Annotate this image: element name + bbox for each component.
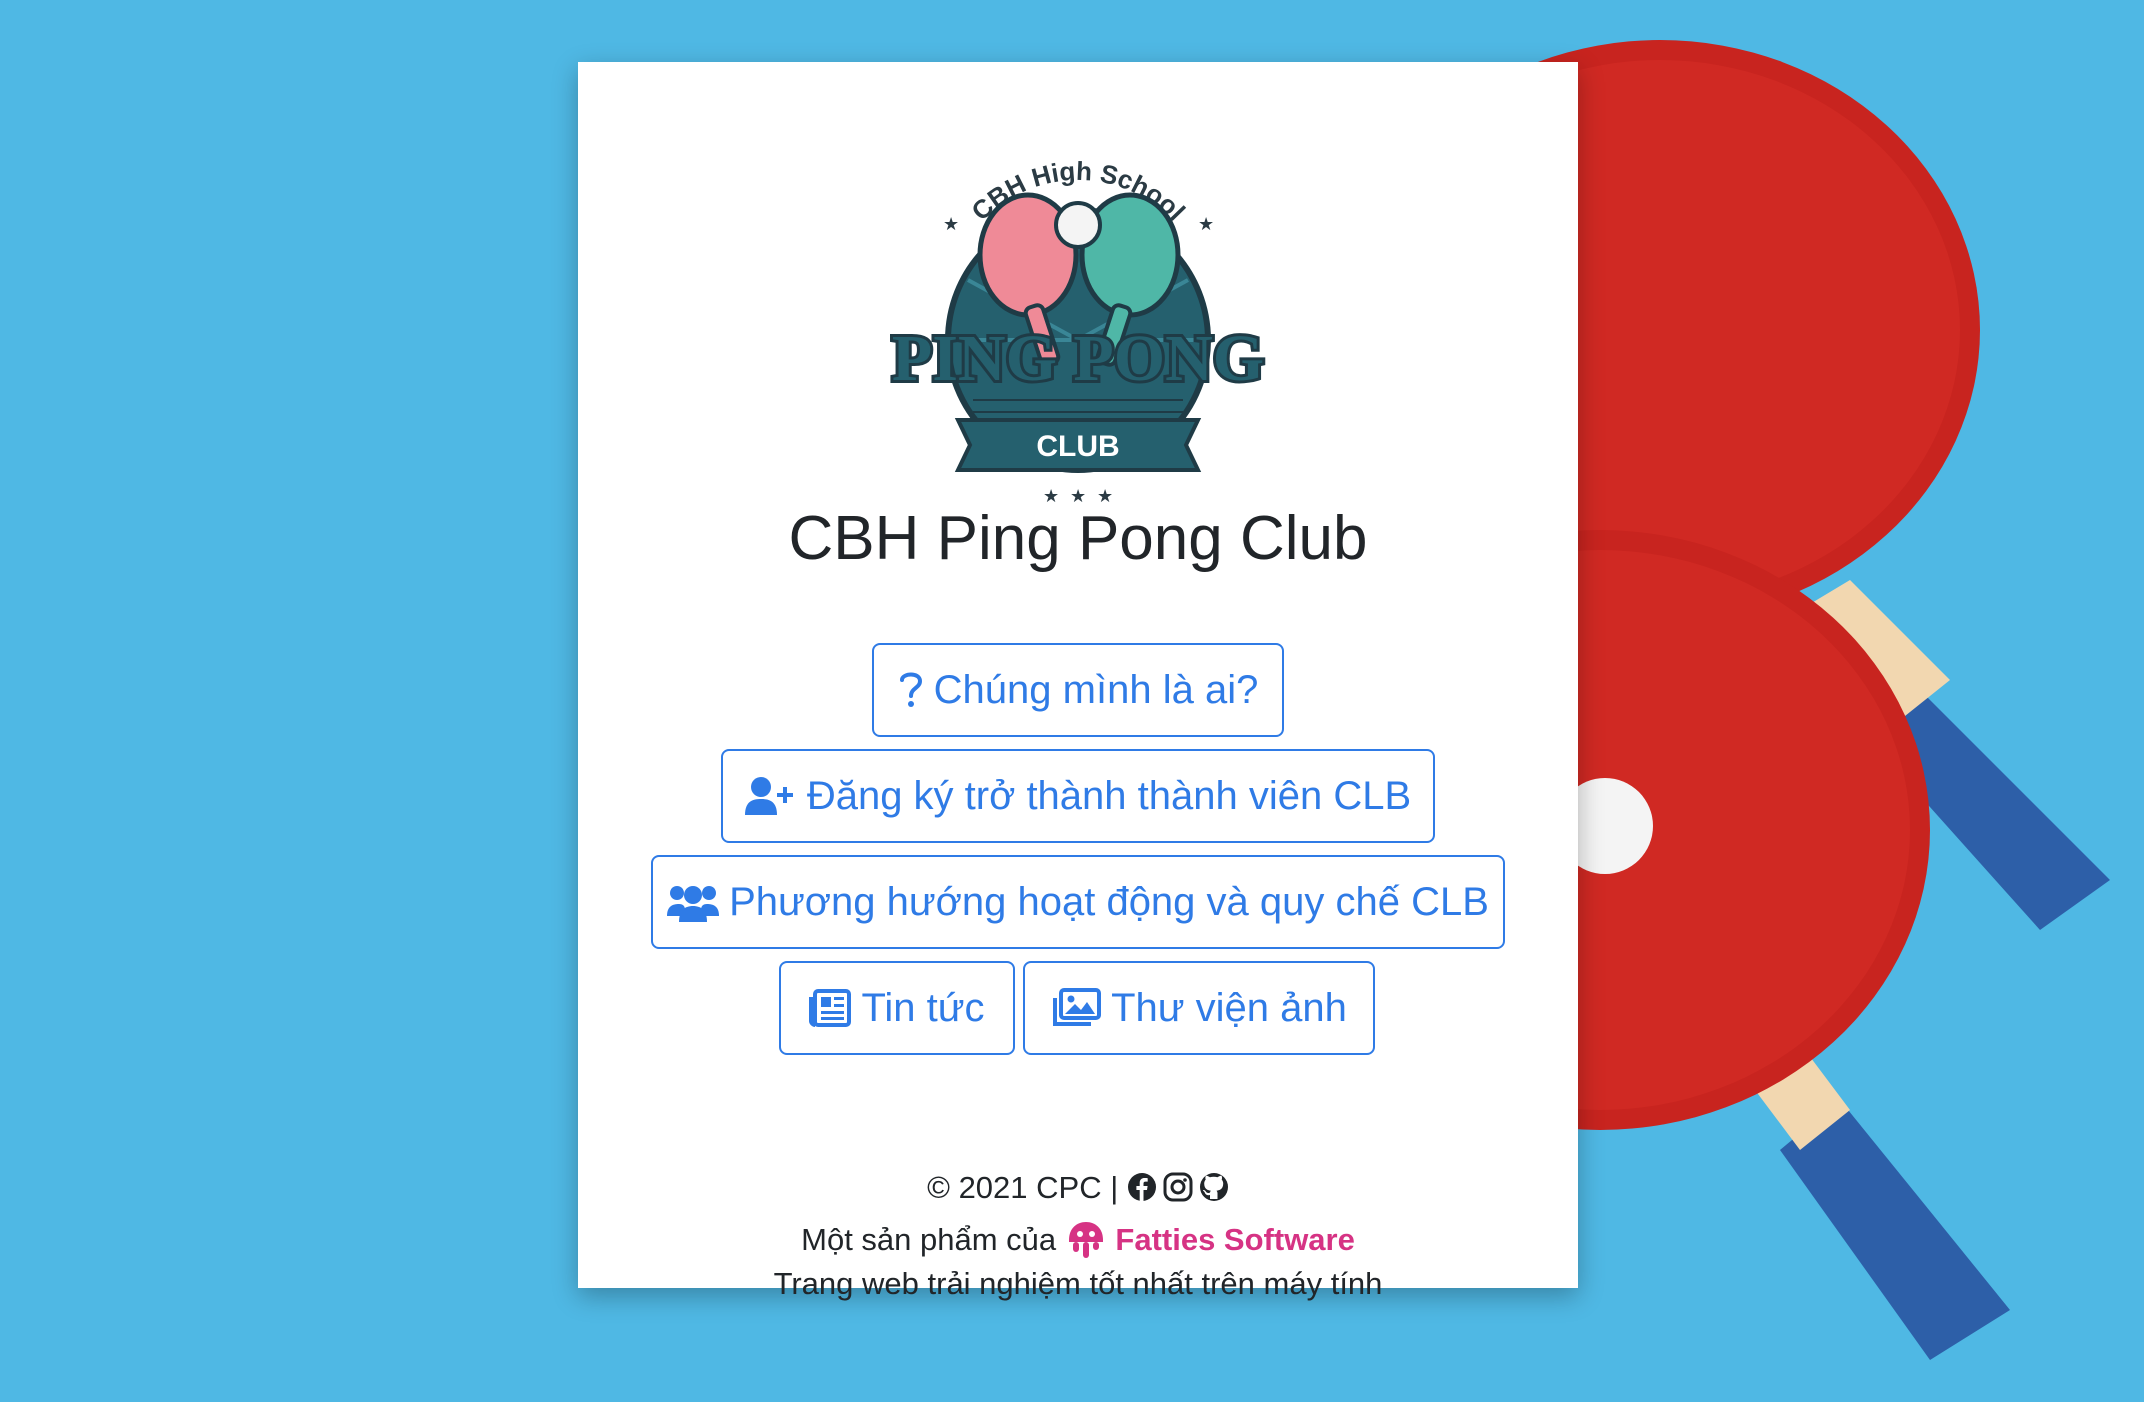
svg-text:★: ★ [943,214,959,234]
photo-gallery-icon [1053,988,1102,1026]
product-prefix-text: Một sản phẩm của [801,1222,1057,1257]
logo-main-text: PING PONG [892,322,1264,395]
fatties-logo-icon [1068,1222,1103,1258]
news-label: Tin tức [861,985,985,1030]
register-member-label: Đăng ký trở thành thành viên CLB [806,773,1412,818]
footer-note: Trang web trải nghiệm tốt nhất trên máy … [773,1266,1383,1301]
fatties-software-link[interactable]: Fatties Software [1115,1222,1354,1257]
who-are-we-label: Chúng mình là ai? [933,667,1259,712]
footer-copyright-line: © 2021 CPC | [578,1170,1578,1206]
main-card: ★ ★ ★ ★ ★ CBH High School PING PONG CLUB… [578,62,1578,1301]
question-icon [899,672,922,707]
photo-gallery-label: Thư viện ảnh [1111,985,1347,1030]
user-plus-icon [744,777,793,815]
club-direction-button[interactable]: Phương hướng hoạt động và quy chế CLB [651,855,1505,949]
club-direction-label: Phương hướng hoạt động và quy chế CLB [729,879,1489,924]
github-icon[interactable] [1199,1172,1229,1202]
footer-product-line: Một sản phẩm của Fatties Software [578,1218,1578,1260]
instagram-icon[interactable] [1163,1172,1193,1202]
who-are-we-button[interactable]: Chúng mình là ai? [872,643,1284,737]
page-title: CBH Ping Pong Club [788,504,1368,573]
photo-gallery-button[interactable]: Thư viện ảnh [1023,961,1375,1055]
register-member-button[interactable]: Đăng ký trở thành thành viên CLB [721,749,1435,843]
ping-pong-club-logo: ★ ★ ★ ★ ★ CBH High School PING PONG CLUB [889,156,1267,506]
newspaper-icon [809,989,852,1027]
facebook-icon[interactable] [1127,1172,1157,1202]
news-button[interactable]: Tin tức [779,961,1015,1055]
logo-ribbon-text: CLUB [1036,430,1119,463]
users-icon [667,886,720,922]
copyright-text: © 2021 CPC | [927,1170,1119,1205]
svg-text:★: ★ [1198,214,1214,234]
